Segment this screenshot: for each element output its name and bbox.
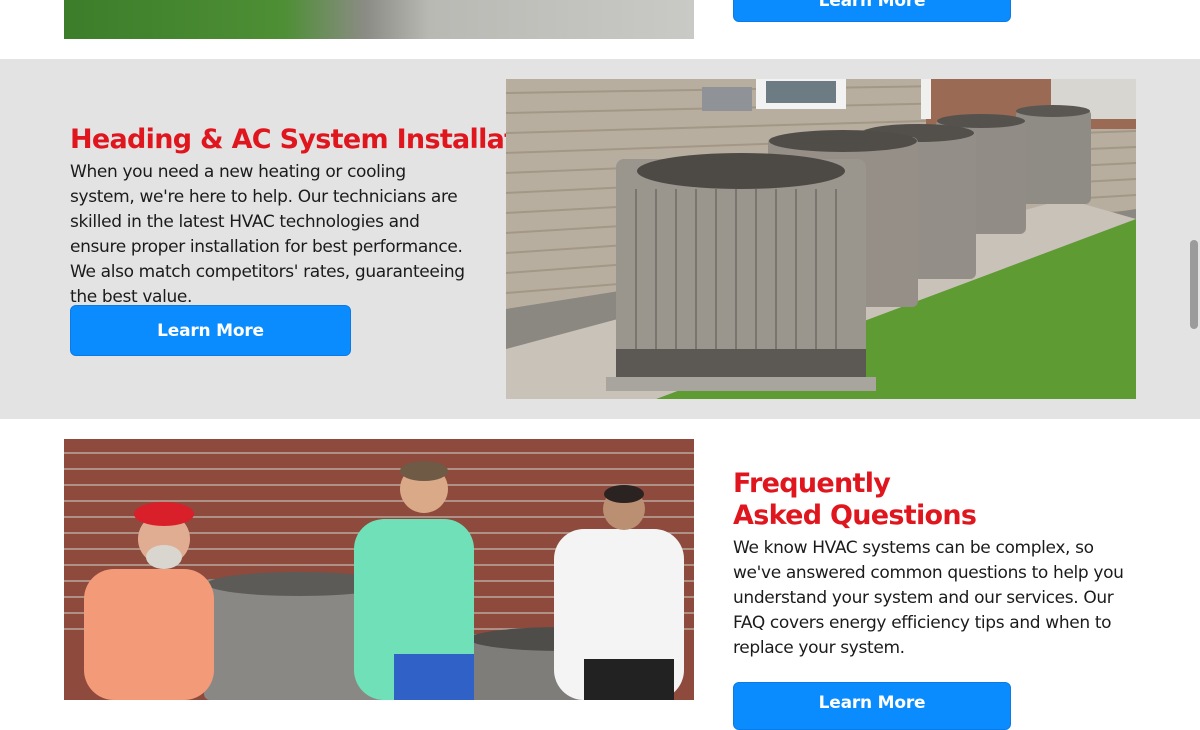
learn-more-button-top[interactable]: Learn More: [733, 0, 1011, 22]
installation-description: When you need a new heating or cooling s…: [70, 162, 465, 307]
faq-heading-line1: Frequently: [733, 468, 891, 499]
learn-more-button-faq[interactable]: Learn More: [733, 682, 1011, 730]
faq-description: We know HVAC systems can be complex, so …: [733, 538, 1124, 658]
installation-heading: Heading & AC System Installation: [70, 124, 562, 155]
faq-heading: Frequently Asked Questions: [733, 468, 1153, 532]
ac-units-photo: [506, 79, 1136, 399]
technicians-photo: [64, 439, 694, 700]
lawn-photo: [64, 0, 694, 39]
faq-heading-line2: Asked Questions: [733, 500, 977, 531]
learn-more-button-installation[interactable]: Learn More: [70, 305, 351, 356]
scrollbar-thumb[interactable]: [1190, 240, 1198, 329]
